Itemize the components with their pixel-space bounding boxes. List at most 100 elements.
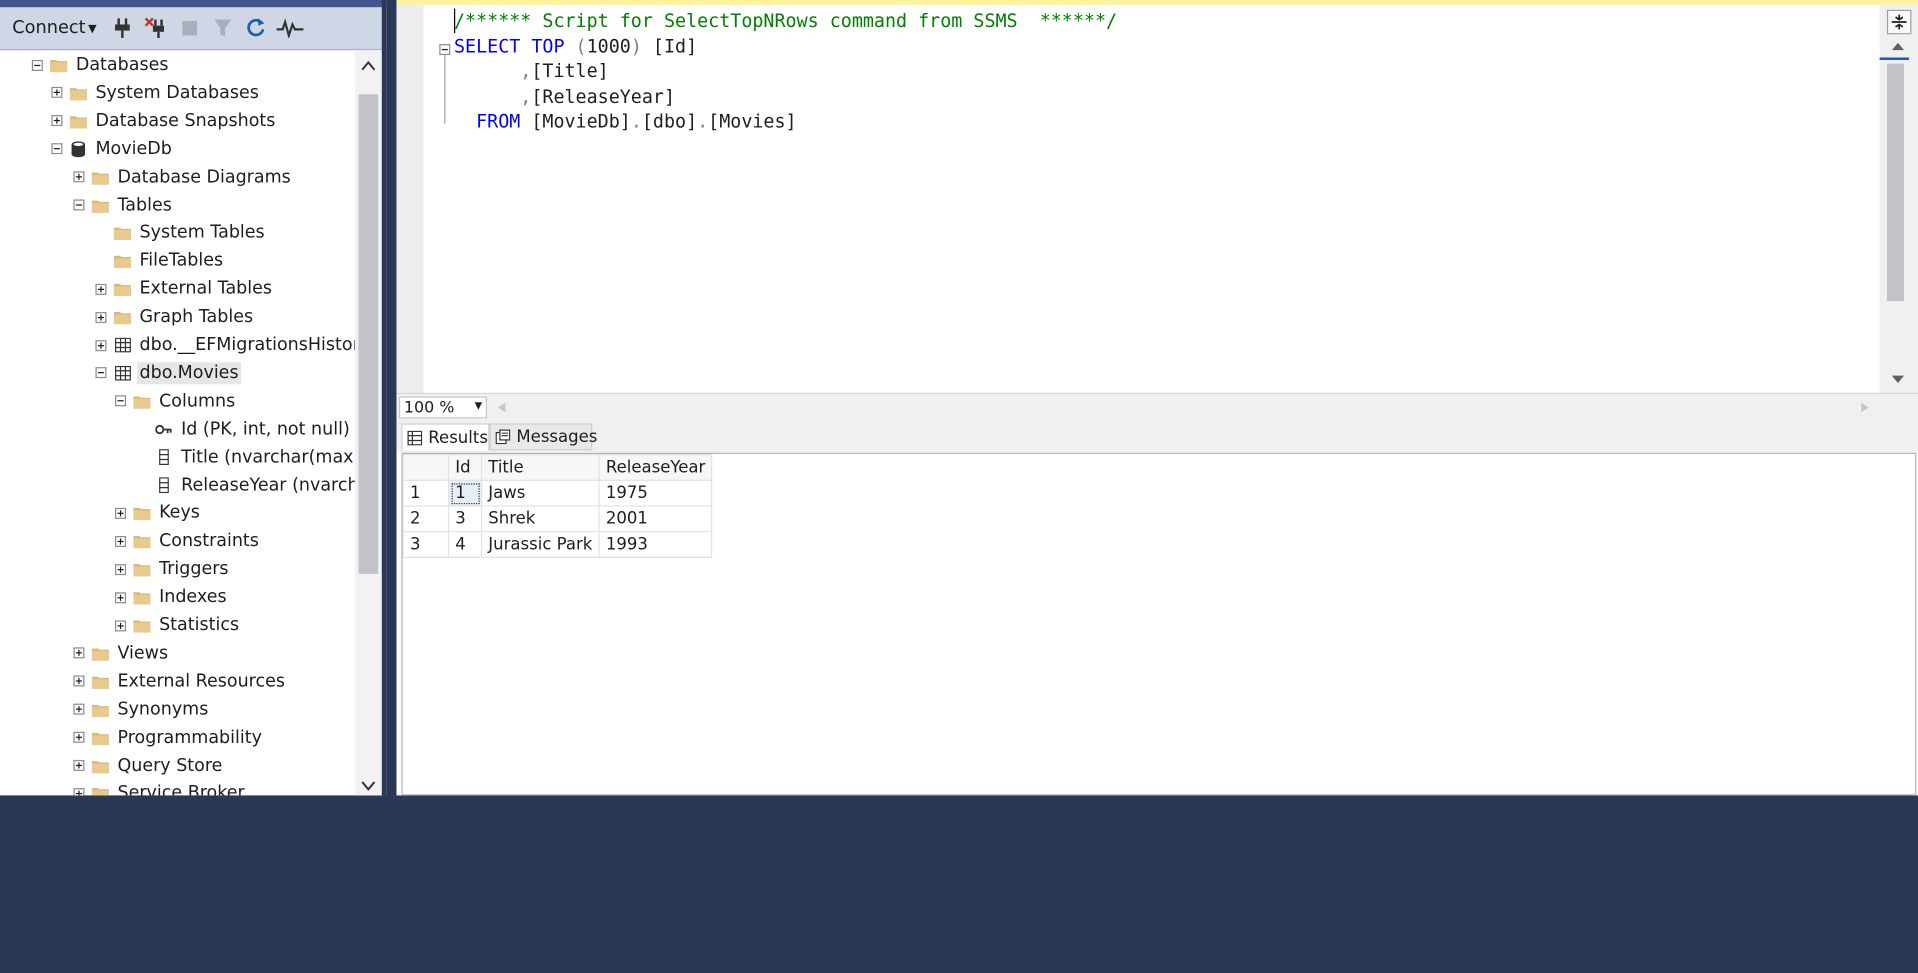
- tree-node[interactable]: Columns: [115, 388, 238, 415]
- column-header-releaseyear[interactable]: ReleaseYear: [599, 455, 712, 481]
- tree-node[interactable]: Programmability: [73, 724, 264, 751]
- table-cell[interactable]: Jurassic Park: [482, 532, 600, 558]
- expand-icon[interactable]: [115, 536, 126, 547]
- disconnect-icon[interactable]: [142, 16, 169, 40]
- scroll-down-icon[interactable]: [1891, 374, 1906, 384]
- tree-node[interactable]: Id (PK, int, not null): [137, 416, 352, 443]
- collapse-icon[interactable]: [73, 199, 84, 210]
- scroll-left-icon[interactable]: [497, 401, 507, 413]
- tree-node[interactable]: External Tables: [95, 276, 274, 303]
- object-explorer-scrollbar[interactable]: [355, 50, 382, 795]
- column-header-id[interactable]: Id: [448, 455, 481, 481]
- tree-node[interactable]: MovieDb: [51, 135, 174, 162]
- tree-node[interactable]: Graph Tables: [95, 304, 255, 331]
- tree-node[interactable]: Synonyms: [73, 696, 210, 723]
- tree-node-label: Keys: [157, 502, 203, 524]
- tree-node[interactable]: Tables: [73, 192, 174, 219]
- code-token: (: [576, 35, 587, 57]
- tree-node[interactable]: Keys: [115, 500, 202, 527]
- tree-node[interactable]: ReleaseYear (nvarchar(m: [137, 472, 355, 499]
- collapse-icon[interactable]: [32, 59, 43, 70]
- row-number[interactable]: 1: [403, 480, 448, 506]
- table-cell[interactable]: 3: [448, 506, 481, 532]
- expand-icon[interactable]: [115, 564, 126, 575]
- tree-node[interactable]: System Databases: [51, 79, 261, 106]
- activity-monitor-icon[interactable]: [277, 16, 304, 40]
- tree-node[interactable]: System Tables: [95, 220, 267, 247]
- tree-node[interactable]: Databases: [32, 51, 171, 78]
- expand-icon[interactable]: [73, 788, 84, 795]
- collapse-icon[interactable]: [115, 396, 126, 407]
- table-row[interactable]: 1 1 Jaws 1975: [403, 480, 712, 506]
- connect-plug-icon[interactable]: [109, 16, 136, 40]
- table-cell[interactable]: 1993: [599, 532, 712, 558]
- tab-messages[interactable]: Messages: [489, 423, 592, 450]
- column-header-title[interactable]: Title: [482, 455, 600, 481]
- collapse-icon[interactable]: [51, 143, 62, 154]
- table-row[interactable]: 3 4 Jurassic Park 1993: [403, 532, 712, 558]
- tree-node[interactable]: Constraints: [115, 528, 261, 555]
- code-line[interactable]: ,[ReleaseYear]: [454, 84, 675, 108]
- expand-icon[interactable]: [73, 171, 84, 182]
- fold-collapse-icon[interactable]: [439, 44, 450, 55]
- tab-results[interactable]: Results: [401, 423, 489, 450]
- code-line[interactable]: SELECT TOP (1000) [Id]: [454, 34, 697, 58]
- expand-icon[interactable]: [51, 115, 62, 126]
- tree-node[interactable]: Views: [73, 640, 170, 667]
- code-token: [454, 110, 476, 132]
- expand-icon[interactable]: [73, 648, 84, 659]
- expand-icon[interactable]: [73, 760, 84, 771]
- tree-node[interactable]: Query Store: [73, 752, 224, 779]
- scroll-right-icon[interactable]: [1860, 401, 1870, 413]
- code-area[interactable]: /****** Script for SelectTopNRows comman…: [423, 5, 1879, 393]
- table-cell[interactable]: 1975: [599, 480, 712, 506]
- table-cell[interactable]: 1: [448, 480, 481, 506]
- row-number-header[interactable]: [403, 455, 448, 481]
- scroll-up-icon[interactable]: [361, 60, 376, 72]
- code-line[interactable]: /****** Script for SelectTopNRows comman…: [454, 9, 1117, 33]
- tree-node[interactable]: Triggers: [115, 556, 231, 583]
- tree-node-label: dbo.__EFMigrationsHistory: [137, 334, 355, 356]
- split-view-icon[interactable]: [1887, 10, 1911, 34]
- table-cell[interactable]: Jaws: [482, 480, 600, 506]
- collapse-icon[interactable]: [95, 368, 106, 379]
- scrollbar-thumb[interactable]: [1887, 64, 1904, 301]
- expand-icon[interactable]: [73, 704, 84, 715]
- scroll-down-icon[interactable]: [361, 779, 376, 791]
- expand-icon[interactable]: [51, 87, 62, 98]
- scrollbar-thumb[interactable]: [359, 94, 379, 574]
- tree-node-label: Query Store: [115, 754, 225, 776]
- expand-icon[interactable]: [73, 732, 84, 743]
- tree-node[interactable]: Database Snapshots: [51, 107, 277, 134]
- tree-node[interactable]: Title (nvarchar(max), not: [137, 444, 355, 471]
- row-number[interactable]: 3: [403, 532, 448, 558]
- folder-icon: [114, 280, 131, 297]
- expand-icon[interactable]: [95, 340, 106, 351]
- table-cell[interactable]: Shrek: [482, 506, 600, 532]
- code-line[interactable]: FROM [MovieDb].[dbo].[Movies]: [454, 109, 797, 133]
- tree-node[interactable]: dbo.__EFMigrationsHistory: [95, 332, 354, 359]
- connect-button[interactable]: Connect ▼: [12, 16, 105, 40]
- table-row[interactable]: 2 3 Shrek 2001: [403, 506, 712, 532]
- expand-icon[interactable]: [115, 508, 126, 519]
- tree-node[interactable]: dbo.Movies: [95, 360, 241, 387]
- tree-node[interactable]: External Resources: [73, 668, 287, 695]
- scroll-up-icon[interactable]: [1891, 42, 1906, 52]
- expand-icon[interactable]: [95, 284, 106, 295]
- tree-node[interactable]: Service Broker: [73, 780, 247, 795]
- table-cell[interactable]: 4: [448, 532, 481, 558]
- expand-icon[interactable]: [115, 620, 126, 631]
- zoom-select[interactable]: 100 % ▼: [399, 396, 487, 418]
- tree-node[interactable]: Indexes: [115, 584, 229, 611]
- expand-icon[interactable]: [73, 676, 84, 687]
- refresh-icon[interactable]: [242, 16, 269, 40]
- tree-node[interactable]: Database Diagrams: [73, 163, 293, 190]
- expand-icon[interactable]: [115, 592, 126, 603]
- code-line[interactable]: ,[Title]: [454, 59, 609, 83]
- expand-icon[interactable]: [95, 312, 106, 323]
- table-cell[interactable]: 2001: [599, 506, 712, 532]
- tree-node[interactable]: FileTables: [95, 248, 225, 275]
- row-number[interactable]: 2: [403, 506, 448, 532]
- editor-scrollbar[interactable]: [1880, 5, 1918, 393]
- tree-node[interactable]: Statistics: [115, 612, 241, 639]
